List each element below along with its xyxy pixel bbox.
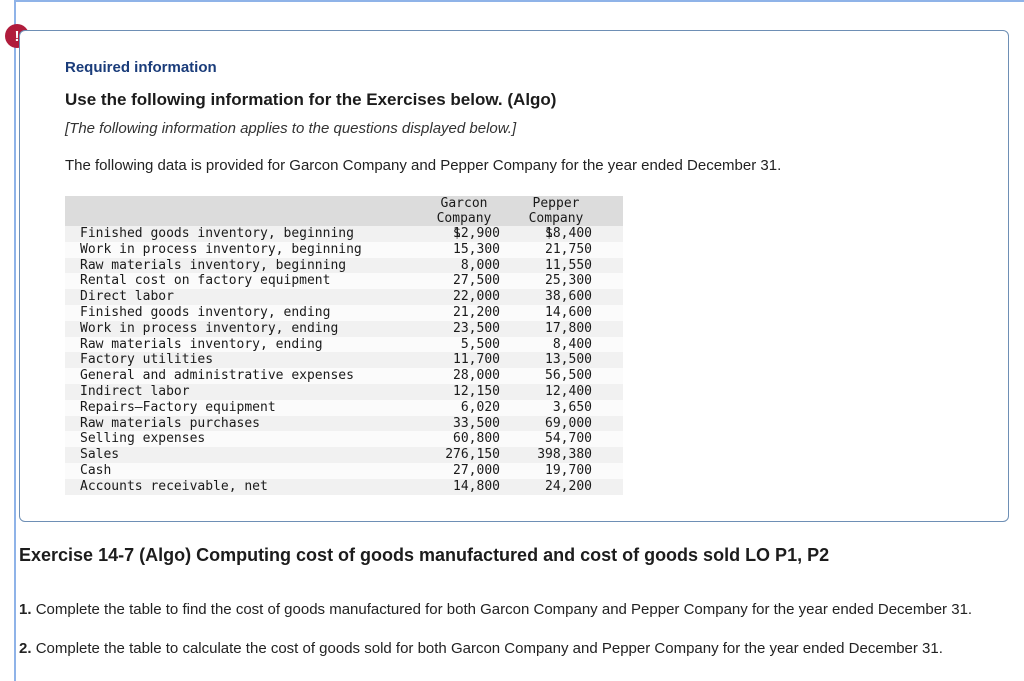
table-body: Finished goods inventory, beginning 12,90… bbox=[65, 226, 623, 495]
row-label: Raw materials inventory, beginning bbox=[80, 257, 347, 273]
left-border bbox=[14, 0, 16, 681]
row-label: Work in process inventory, ending bbox=[80, 320, 339, 336]
table-row: General and administrative expenses 28,00… bbox=[65, 368, 623, 384]
cell-garcon: 8,000 bbox=[460, 257, 500, 273]
panel-heading: Use the following information for the Ex… bbox=[65, 90, 557, 109]
dollar-sign: $ bbox=[545, 226, 553, 241]
cell-garcon: 22,000 bbox=[453, 289, 500, 305]
row-label: Direct labor bbox=[80, 289, 174, 305]
company-data-table: Garcon Company Pepper Company Finished g… bbox=[65, 196, 623, 495]
cell-pepper: 25,300 bbox=[545, 273, 592, 289]
row-label: Indirect labor bbox=[80, 383, 190, 399]
table-row: Finished goods inventory, ending 21,200 14… bbox=[65, 304, 623, 321]
row-label: Work in process inventory, beginning bbox=[80, 241, 362, 257]
cell-pepper: 13,500 bbox=[545, 352, 592, 368]
cell-pepper: 56,500 bbox=[545, 368, 592, 384]
cell-pepper: 3,650 bbox=[552, 399, 592, 415]
cell-pepper: 69,000 bbox=[545, 415, 592, 431]
row-label: Selling expenses bbox=[80, 431, 206, 447]
cell-garcon: 15,300 bbox=[453, 241, 500, 257]
column-header-pepper: Pepper Company bbox=[528, 196, 584, 226]
table-row: Cash 27,000 19,700 bbox=[65, 462, 623, 479]
table-row: Raw materials purchases 33,500 69,000 bbox=[65, 415, 623, 432]
cell-pepper: 11,550 bbox=[545, 257, 592, 273]
cell-pepper: 12,400 bbox=[545, 383, 592, 399]
table-row: Work in process inventory, ending 23,500 1… bbox=[65, 320, 623, 337]
row-label: Finished goods inventory, beginning bbox=[80, 226, 354, 241]
row-label: Rental cost on factory equipment bbox=[80, 273, 331, 289]
dollar-sign: $ bbox=[453, 226, 461, 241]
cell-garcon: 28,000 bbox=[453, 368, 500, 384]
cell-pepper: 19,700 bbox=[545, 462, 592, 478]
table-row: Direct labor 22,000 38,600 bbox=[65, 289, 623, 305]
cell-garcon: 23,500 bbox=[453, 320, 500, 336]
table-header: Garcon Company Pepper Company bbox=[65, 196, 623, 226]
cell-garcon: 6,020 bbox=[460, 399, 500, 415]
table-row: Rental cost on factory equipment 27,500 25… bbox=[65, 273, 623, 290]
table-row: Raw materials inventory, ending 5,500 8,40… bbox=[65, 336, 623, 353]
required-information-label: Required information bbox=[65, 59, 217, 76]
cell-pepper: 398,380 bbox=[537, 447, 592, 463]
table-row: Selling expenses 60,800 54,700 bbox=[65, 431, 623, 448]
table-row: Finished goods inventory, beginning 12,90… bbox=[65, 226, 623, 242]
cell-pepper: 21,750 bbox=[545, 241, 592, 257]
row-label: Raw materials purchases bbox=[80, 415, 261, 431]
row-label: General and administrative expenses bbox=[80, 368, 354, 384]
table-row: Factory utilities 11,700 13,500 bbox=[65, 352, 623, 369]
cell-garcon: 5,500 bbox=[460, 336, 500, 352]
cell-garcon: 60,800 bbox=[453, 431, 500, 447]
question-2: 2. Complete the table to calculate the c… bbox=[19, 640, 943, 657]
cell-pepper: 54,700 bbox=[545, 431, 592, 447]
exercise-title: Exercise 14-7 (Algo) Computing cost of g… bbox=[19, 545, 830, 565]
cell-garcon: 12,150 bbox=[453, 383, 500, 399]
table-row: Raw materials inventory, beginning 8,000 1… bbox=[65, 257, 623, 274]
table-row: Work in process inventory, beginning 15,3… bbox=[65, 241, 623, 258]
table-row: Accounts receivable, net 14,800 24,200 bbox=[65, 478, 623, 495]
required-information-panel: Required information Use the following i… bbox=[19, 30, 1009, 522]
table-row: Indirect labor 12,150 12,400 bbox=[65, 383, 623, 400]
row-label: Sales bbox=[80, 447, 120, 463]
panel-note: [The following information applies to th… bbox=[65, 120, 517, 137]
cell-garcon: 33,500 bbox=[453, 415, 500, 431]
row-label: Finished goods inventory, ending bbox=[80, 304, 331, 320]
top-border bbox=[14, 0, 1024, 2]
table-row: Repairs—Factory equipment 6,020 3,650 bbox=[65, 399, 623, 416]
cell-garcon: 276,150 bbox=[445, 447, 500, 463]
cell-pepper: 17,800 bbox=[545, 320, 592, 336]
cell-pepper: 24,200 bbox=[545, 478, 592, 494]
panel-intro: The following data is provided for Garco… bbox=[65, 157, 782, 174]
row-label: Repairs—Factory equipment bbox=[80, 399, 276, 415]
cell-pepper: 14,600 bbox=[545, 304, 592, 320]
table-row: Sales 276,150 398,380 bbox=[65, 447, 623, 463]
cell-garcon: 27,500 bbox=[453, 273, 500, 289]
cell-garcon: 11,700 bbox=[453, 352, 500, 368]
cell-garcon: 14,800 bbox=[453, 478, 500, 494]
row-label: Cash bbox=[80, 462, 112, 478]
column-header-garcon: Garcon Company bbox=[436, 196, 492, 226]
cell-pepper: 38,600 bbox=[545, 289, 592, 305]
cell-garcon: 27,000 bbox=[453, 462, 500, 478]
cell-pepper: 8,400 bbox=[552, 336, 592, 352]
cell-garcon: 21,200 bbox=[453, 304, 500, 320]
row-label: Accounts receivable, net bbox=[80, 478, 268, 494]
question-1: 1. Complete the table to find the cost o… bbox=[19, 601, 973, 618]
row-label: Factory utilities bbox=[80, 352, 214, 368]
row-label: Raw materials inventory, ending bbox=[80, 336, 323, 352]
